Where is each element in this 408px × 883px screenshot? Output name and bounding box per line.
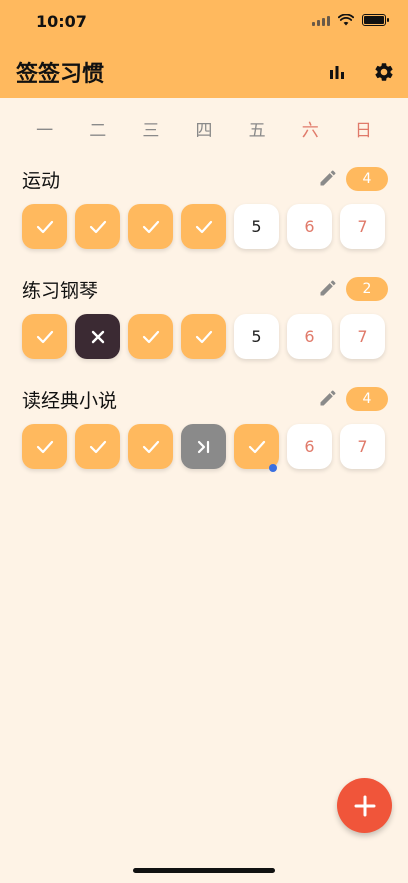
check-icon <box>142 220 159 233</box>
edit-habit-button[interactable] <box>318 278 340 300</box>
completion-count-badge: 2 <box>346 277 388 301</box>
weekday-label: 日 <box>354 121 372 141</box>
pencil-icon <box>320 170 336 186</box>
settings-button[interactable] <box>370 58 398 86</box>
check-icon <box>142 330 159 343</box>
check-icon <box>248 440 265 453</box>
day-number: 7 <box>357 217 368 236</box>
check-icon <box>36 330 53 343</box>
weekday-header: 一 二 三 四 五 六 日 <box>18 116 390 141</box>
weekday-label: 三 <box>142 121 160 141</box>
day-cell-done[interactable] <box>234 424 279 472</box>
day-cell-done[interactable] <box>128 204 173 249</box>
weekday-label: 二 <box>89 121 107 141</box>
weekday-label: 五 <box>248 121 266 141</box>
add-habit-button[interactable] <box>337 778 392 833</box>
gear-icon <box>375 63 393 81</box>
edit-habit-button[interactable] <box>318 388 340 410</box>
status-time: 10:07 <box>36 12 87 31</box>
status-icons <box>312 14 389 26</box>
pencil-icon <box>320 390 336 406</box>
day-cell-done[interactable] <box>128 314 173 359</box>
week-days-row: 67 <box>22 424 385 472</box>
app-header: 10:07 签签习惯 <box>0 0 408 98</box>
day-cell-skip[interactable] <box>181 424 226 469</box>
weekday-label: 六 <box>301 121 319 141</box>
day-cell-todo[interactable]: 7 <box>340 424 385 469</box>
check-icon <box>142 440 159 453</box>
weekday-label: 一 <box>36 121 54 141</box>
day-cell-fail[interactable] <box>75 314 120 359</box>
day-cell-done[interactable] <box>22 204 67 249</box>
pencil-icon <box>320 280 336 296</box>
week-days-row: 5 6 7 <box>22 204 385 249</box>
day-number: 6 <box>304 437 315 456</box>
day-cell-todo[interactable]: 6 <box>287 314 332 359</box>
day-cell-todo[interactable]: 7 <box>340 204 385 249</box>
check-icon <box>195 330 212 343</box>
plus-icon <box>354 795 375 816</box>
weekday-label: 四 <box>195 121 213 141</box>
today-indicator <box>269 464 277 472</box>
bar-chart-icon <box>330 66 344 79</box>
day-cell-done[interactable] <box>181 314 226 359</box>
day-number: 7 <box>357 327 368 346</box>
day-number: 7 <box>357 437 368 456</box>
day-number: 6 <box>304 217 315 236</box>
day-cell-done[interactable] <box>75 424 120 469</box>
check-icon <box>36 440 53 453</box>
day-cell-done[interactable] <box>181 204 226 249</box>
cellular-signal-icon <box>312 15 330 26</box>
habit-name[interactable]: 运动 <box>22 166 60 193</box>
edit-habit-button[interactable] <box>318 168 340 190</box>
close-icon <box>91 330 104 343</box>
day-cell-done[interactable] <box>22 424 67 469</box>
day-cell-todo[interactable]: 5 <box>234 314 279 359</box>
day-number: 5 <box>251 217 262 236</box>
day-cell-done[interactable] <box>128 424 173 469</box>
wifi-icon <box>338 14 354 26</box>
completion-count-badge: 4 <box>346 167 388 191</box>
day-number: 5 <box>251 327 262 346</box>
home-indicator <box>133 868 275 873</box>
statistics-button[interactable] <box>323 58 351 86</box>
habit-name[interactable]: 练习钢琴 <box>22 276 98 303</box>
skip-icon <box>197 440 209 453</box>
check-icon <box>195 220 212 233</box>
completion-count-badge: 4 <box>346 387 388 411</box>
day-cell-todo[interactable]: 6 <box>287 204 332 249</box>
week-days-row: 5 6 7 <box>22 314 385 359</box>
check-icon <box>89 220 106 233</box>
check-icon <box>89 440 106 453</box>
day-cell-done[interactable] <box>75 204 120 249</box>
day-cell-done[interactable] <box>22 314 67 359</box>
day-number: 6 <box>304 327 315 346</box>
habit-name[interactable]: 读经典小说 <box>22 386 117 413</box>
battery-icon <box>362 14 389 26</box>
check-icon <box>36 220 53 233</box>
day-cell-todo[interactable]: 5 <box>234 204 279 249</box>
day-cell-todo[interactable]: 6 <box>287 424 332 469</box>
app-title: 签签习惯 <box>16 62 105 87</box>
day-cell-todo[interactable]: 7 <box>340 314 385 359</box>
